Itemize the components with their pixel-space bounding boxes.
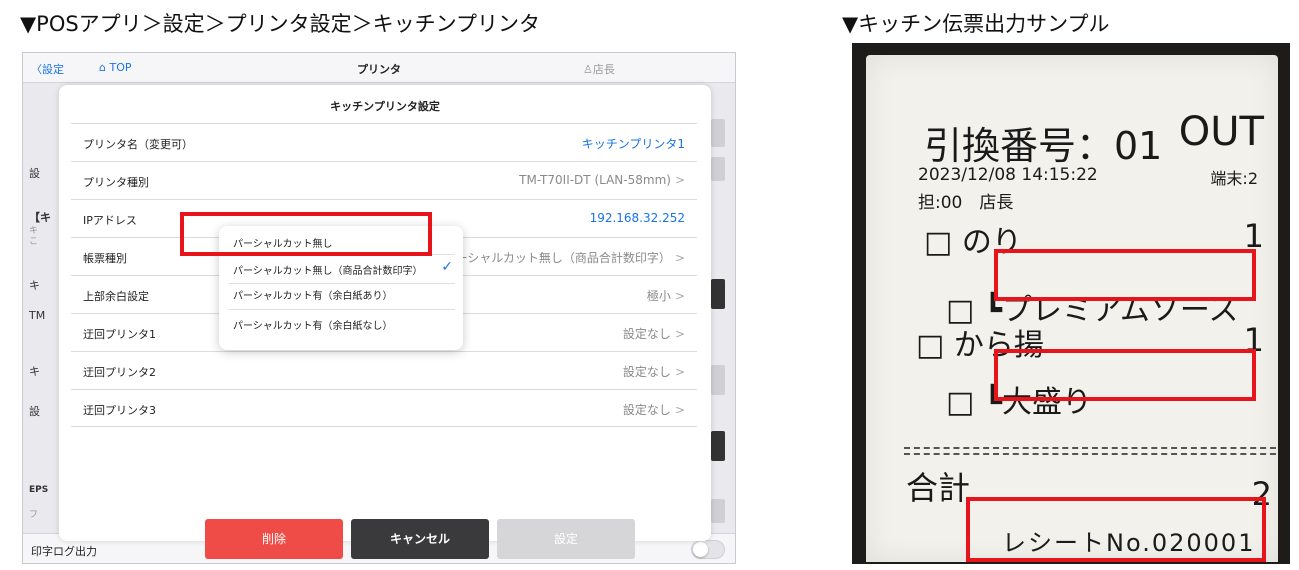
row-value: キッチンプリンタ1 (581, 137, 685, 151)
bg-row-edge (711, 279, 725, 309)
bg-fragment: こ (29, 237, 39, 247)
print-log-toggle[interactable] (691, 540, 725, 559)
cancel-button[interactable]: キャンセル (351, 519, 489, 559)
bg-row-edge (711, 365, 725, 395)
nav-title: プリンタ (357, 63, 401, 76)
print-log-label: 印字ログ出力 (31, 545, 97, 558)
chevron-right-icon: > (674, 327, 685, 341)
receipt-order-number: 引換番号：01 (924, 124, 1163, 168)
row-bypass-printer-2[interactable]: 迂回プリンタ2 設定なし > (71, 351, 697, 389)
row-value-wrap: パーシャルカット無し（商品合計数印字） > (443, 251, 685, 265)
receipt-staff: 担:00 店長 (918, 193, 1014, 213)
bg-fragment: 設 (29, 167, 40, 180)
highlight-box (994, 249, 1256, 301)
chevron-right-icon: > (674, 365, 685, 379)
row-value-wrap: 設定なし > (622, 403, 685, 417)
bg-fragment: キ (29, 365, 40, 378)
row-value: 192.168.32.252 (589, 211, 685, 225)
kitchen-printer-settings-modal: キッチンプリンタ設定 プリンタ名（変更可） キッチンプリンタ1 プリンタ種別 T… (59, 85, 711, 559)
bg-row-edge (711, 119, 725, 147)
row-label: 帳票種別 (83, 252, 127, 265)
nav-bar: 〈設定 ⌂ TOP プリンタ ♙店長 (23, 53, 735, 83)
row-label: 迂回プリンタ2 (83, 366, 156, 379)
row-label: 上部余白設定 (83, 290, 149, 303)
popover-option-selected[interactable]: パーシャルカット無し（商品合計数印字） ✓ (229, 254, 455, 280)
row-label: プリンタ名（変更可） (83, 138, 193, 151)
row-printer-name[interactable]: プリンタ名（変更可） キッチンプリンタ1 (71, 123, 697, 161)
user-icon: ♙ (583, 63, 593, 76)
divider (904, 447, 1276, 449)
bg-row-edge (711, 157, 725, 181)
receipt-paper: 引換番号：01 OUT 2023/12/08 14:15:22 端末:2 担:0… (866, 55, 1278, 562)
bg-fragment: キ (29, 279, 40, 292)
bg-row-edge (711, 431, 725, 461)
user-label: ♙店長 (583, 63, 615, 76)
divider (904, 453, 1276, 455)
receipt-datetime: 2023/12/08 14:15:22 (918, 165, 1098, 185)
set-button[interactable]: 設定 (497, 519, 635, 559)
modal-title: キッチンプリンタ設定 (330, 100, 440, 113)
row-label: 迂回プリンタ3 (83, 404, 156, 417)
bg-fragment: TM (29, 309, 46, 322)
ipad-screen: 〈設定 ⌂ TOP プリンタ ♙店長 設 【キ キ こ キ TM キ 設 EPS… (22, 52, 736, 564)
row-value-wrap: 設定なし > (622, 327, 685, 341)
row-value-wrap: 極小 > (646, 289, 685, 303)
highlight-box (966, 497, 1266, 562)
chevron-right-icon: > (674, 289, 685, 303)
row-bypass-printer-3[interactable]: 迂回プリンタ3 設定なし > (71, 389, 697, 427)
row-value-wrap: TM-T70II-DT (LAN-58mm) > (519, 173, 685, 187)
delete-button[interactable]: 削除 (205, 519, 343, 559)
row-printer-type[interactable]: プリンタ種別 TM-T70II-DT (LAN-58mm) > (71, 161, 697, 199)
popover-option[interactable]: パーシャルカット有（余白紙あり） (229, 283, 455, 309)
checkmark-icon: ✓ (441, 259, 453, 275)
receipt-type: OUT (1178, 109, 1264, 155)
caption-left: ▼POSアプリ＞設定＞プリンタ設定＞キッチンプリンタ (20, 12, 541, 36)
highlight-box (994, 349, 1256, 401)
bg-row-edge (711, 499, 725, 523)
popover-option[interactable]: パーシャルカット有（余白紙なし） (229, 309, 455, 335)
row-value-wrap: 設定なし > (622, 365, 685, 379)
row-label: プリンタ種別 (83, 176, 149, 189)
chevron-right-icon: > (674, 251, 685, 265)
chevron-right-icon: > (674, 173, 685, 187)
receipt-photo: 引換番号：01 OUT 2023/12/08 14:15:22 端末:2 担:0… (852, 43, 1290, 564)
receipt-terminal: 端末:2 (1210, 169, 1258, 188)
row-label: 迂回プリンタ1 (83, 328, 156, 341)
bg-fragment: EPS (29, 485, 49, 495)
bg-fragment: フ (29, 510, 39, 520)
receipt-total-label: 合計 (906, 469, 971, 507)
chevron-right-icon: > (674, 403, 685, 417)
caption-right: ▼キッチン伝票出力サンプル (842, 12, 1110, 36)
bg-fragment: 設 (29, 405, 40, 418)
highlight-box (180, 212, 432, 256)
row-label: IPアドレス (83, 214, 137, 227)
